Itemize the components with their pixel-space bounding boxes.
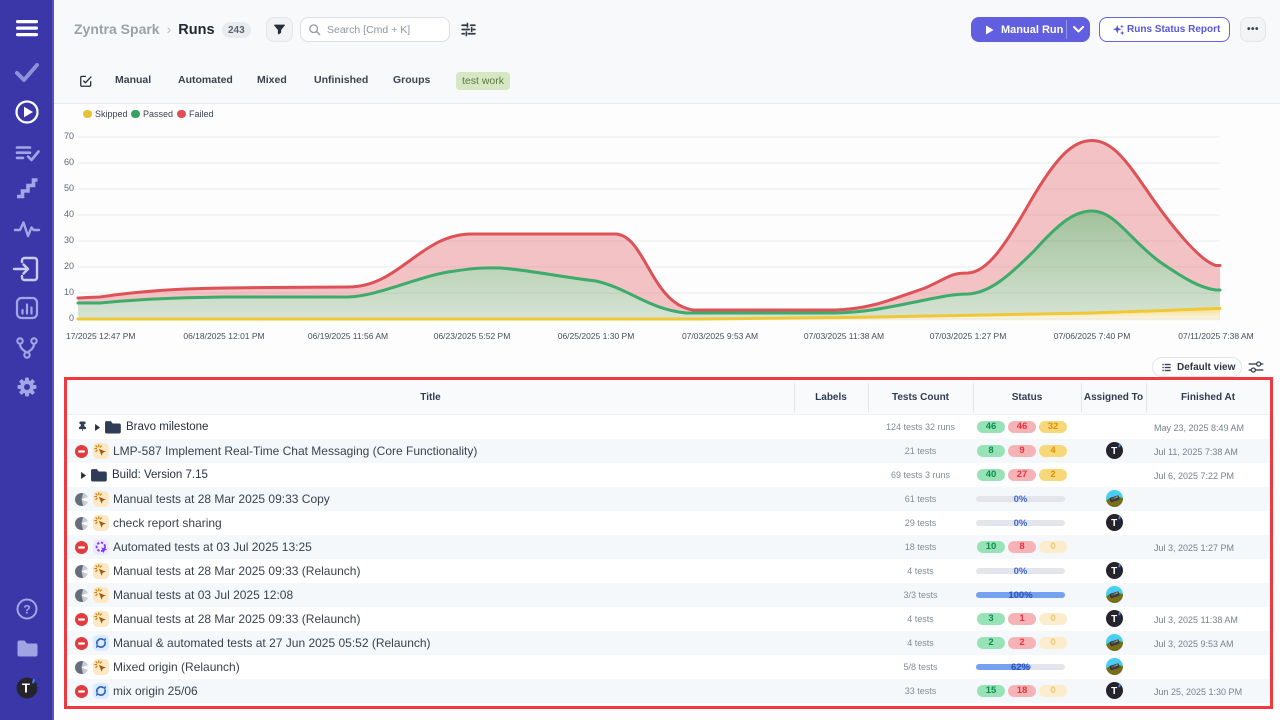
svg-text:T: T xyxy=(22,681,30,696)
svg-text:?: ? xyxy=(23,603,30,617)
